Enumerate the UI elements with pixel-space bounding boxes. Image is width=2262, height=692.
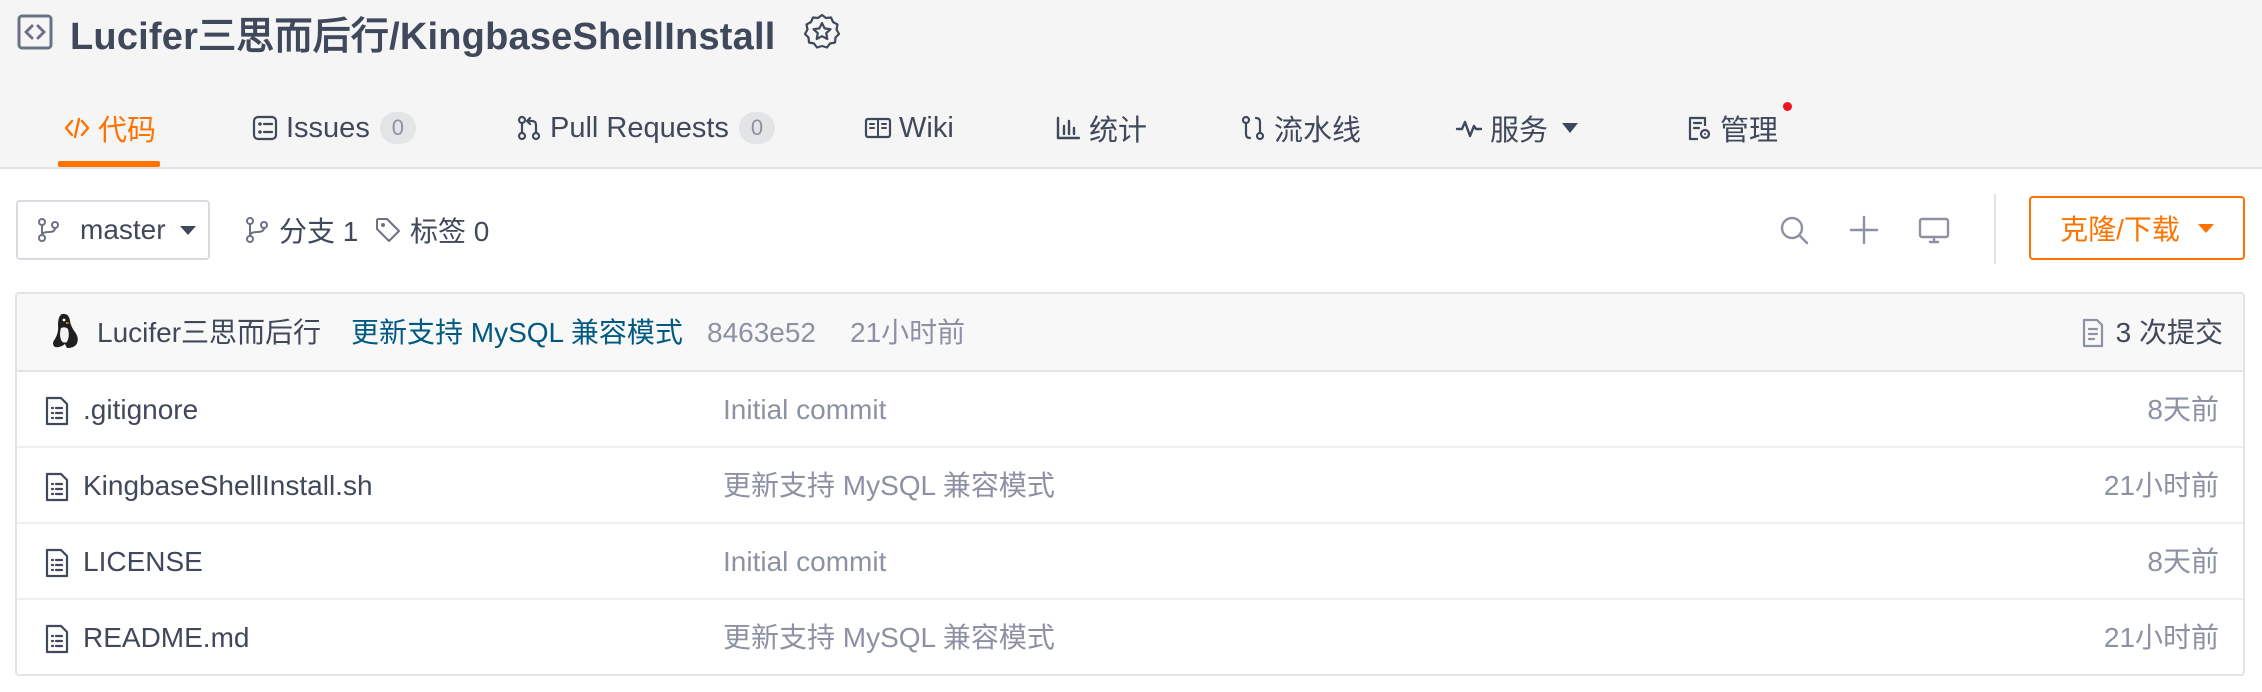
book-icon — [863, 113, 893, 143]
pull-request-icon — [514, 113, 544, 143]
file-icon — [45, 624, 69, 654]
file-row[interactable]: KingbaseShellInstall.sh 更新支持 MySQL 兼容模式 … — [17, 448, 2243, 524]
notification-dot — [1783, 102, 1792, 111]
tab-pipeline[interactable]: 流水线 — [1238, 90, 1361, 166]
file-name[interactable]: LICENSE — [83, 542, 203, 582]
clone-download-label: 克隆/下载 — [2060, 214, 2180, 245]
file-icon — [45, 472, 69, 502]
tab-services[interactable]: 服务 — [1454, 90, 1579, 166]
monitor-icon[interactable] — [1916, 212, 1952, 248]
pull-requests-count-badge: 0 — [738, 112, 775, 144]
tags-count-label: 标签 0 — [410, 216, 490, 247]
tab-issues-label: Issues — [286, 111, 370, 144]
repo-header: Lucifer三思而后行/KingbaseShellInstall 代码 Iss… — [0, 0, 2262, 169]
file-commit-time: 8天前 — [2147, 394, 2219, 425]
repo-title[interactable]: Lucifer三思而后行/KingbaseShellInstall — [70, 5, 776, 60]
tab-wiki-label: Wiki — [899, 111, 954, 144]
avatar[interactable] — [49, 312, 81, 350]
tab-services-label: 服务 — [1490, 115, 1549, 147]
file-name[interactable]: README.md — [83, 618, 249, 658]
pulse-icon — [1454, 113, 1484, 143]
file-row[interactable]: README.md 更新支持 MySQL 兼容模式 21小时前 — [17, 600, 2243, 674]
file-row[interactable]: .gitignore Initial commit 8天前 — [17, 372, 2243, 448]
commit-author[interactable]: Lucifer三思而后行 — [97, 314, 321, 352]
tab-manage[interactable]: 管理 — [1684, 90, 1778, 166]
commit-count-label: 3 次提交 — [2115, 317, 2223, 348]
tab-manage-label: 管理 — [1720, 115, 1779, 147]
branch-name: master — [80, 214, 166, 245]
search-icon[interactable] — [1776, 212, 1812, 248]
commit-count-link[interactable]: 3 次提交 — [2080, 314, 2223, 352]
chevron-down-icon — [2197, 223, 2214, 233]
tab-issues[interactable]: Issues 0 — [250, 90, 416, 166]
file-icon — [45, 396, 69, 426]
tab-pull-requests-label: Pull Requests — [550, 111, 729, 144]
commit-message-link[interactable]: 更新支持 MySQL 兼容模式 — [351, 314, 683, 352]
issues-icon — [250, 113, 280, 143]
toolbar-divider — [1994, 194, 1996, 264]
file-commit-time: 21小时前 — [2103, 470, 2219, 501]
branches-link[interactable]: 分支 1 — [243, 206, 358, 254]
issues-count-badge: 0 — [379, 112, 416, 144]
tags-link[interactable]: 标签 0 — [374, 206, 489, 254]
file-name[interactable]: KingbaseShellInstall.sh — [83, 466, 373, 506]
commit-hash[interactable]: 8463e52 — [707, 314, 816, 352]
tab-pipeline-label: 流水线 — [1274, 115, 1362, 147]
code-icon — [62, 113, 92, 143]
tab-code-label: 代码 — [98, 115, 157, 147]
latest-commit-bar: Lucifer三思而后行 更新支持 MySQL 兼容模式 8463e52 21小… — [17, 294, 2243, 372]
tag-icon — [374, 216, 402, 244]
branch-select[interactable]: master — [16, 200, 210, 260]
file-commit-message[interactable]: Initial commit — [723, 542, 886, 582]
file-commit-time: 21小时前 — [2103, 622, 2219, 653]
tab-pull-requests[interactable]: Pull Requests 0 — [514, 90, 775, 166]
file-commit-time: 8天前 — [2147, 546, 2219, 577]
clone-download-button[interactable]: 克隆/下载 — [2029, 196, 2245, 260]
tab-statistics[interactable]: 统计 — [1053, 90, 1147, 166]
branch-icon — [36, 217, 62, 243]
repository-code-icon — [16, 13, 54, 51]
chevron-down-icon — [1562, 123, 1579, 133]
chevron-down-icon — [179, 225, 196, 235]
commit-time: 21小时前 — [850, 317, 966, 348]
manage-icon — [1684, 113, 1714, 143]
file-name[interactable]: .gitignore — [83, 390, 198, 430]
branch-icon — [243, 216, 271, 244]
file-row[interactable]: LICENSE Initial commit 8天前 — [17, 524, 2243, 600]
plus-icon[interactable] — [1846, 212, 1882, 248]
tab-wiki[interactable]: Wiki — [863, 90, 954, 166]
file-list: Lucifer三思而后行 更新支持 MySQL 兼容模式 8463e52 21小… — [15, 292, 2245, 676]
branches-count-label: 分支 1 — [279, 216, 359, 247]
file-commit-message[interactable]: Initial commit — [723, 390, 886, 430]
commit-history-icon — [2082, 318, 2103, 348]
repo-toolbar: master 分支 1 标签 0 克隆/下载 — [0, 194, 2262, 266]
bar-chart-icon — [1053, 113, 1083, 143]
pipeline-icon — [1238, 113, 1268, 143]
file-commit-message[interactable]: 更新支持 MySQL 兼容模式 — [723, 466, 1055, 506]
tab-statistics-label: 统计 — [1089, 115, 1148, 147]
file-icon — [45, 548, 69, 578]
repo-heading: Lucifer三思而后行/KingbaseShellInstall — [16, 4, 842, 60]
file-commit-message[interactable]: 更新支持 MySQL 兼容模式 — [723, 618, 1055, 658]
tab-code[interactable]: 代码 — [57, 90, 161, 167]
award-badge-icon[interactable] — [802, 12, 842, 52]
